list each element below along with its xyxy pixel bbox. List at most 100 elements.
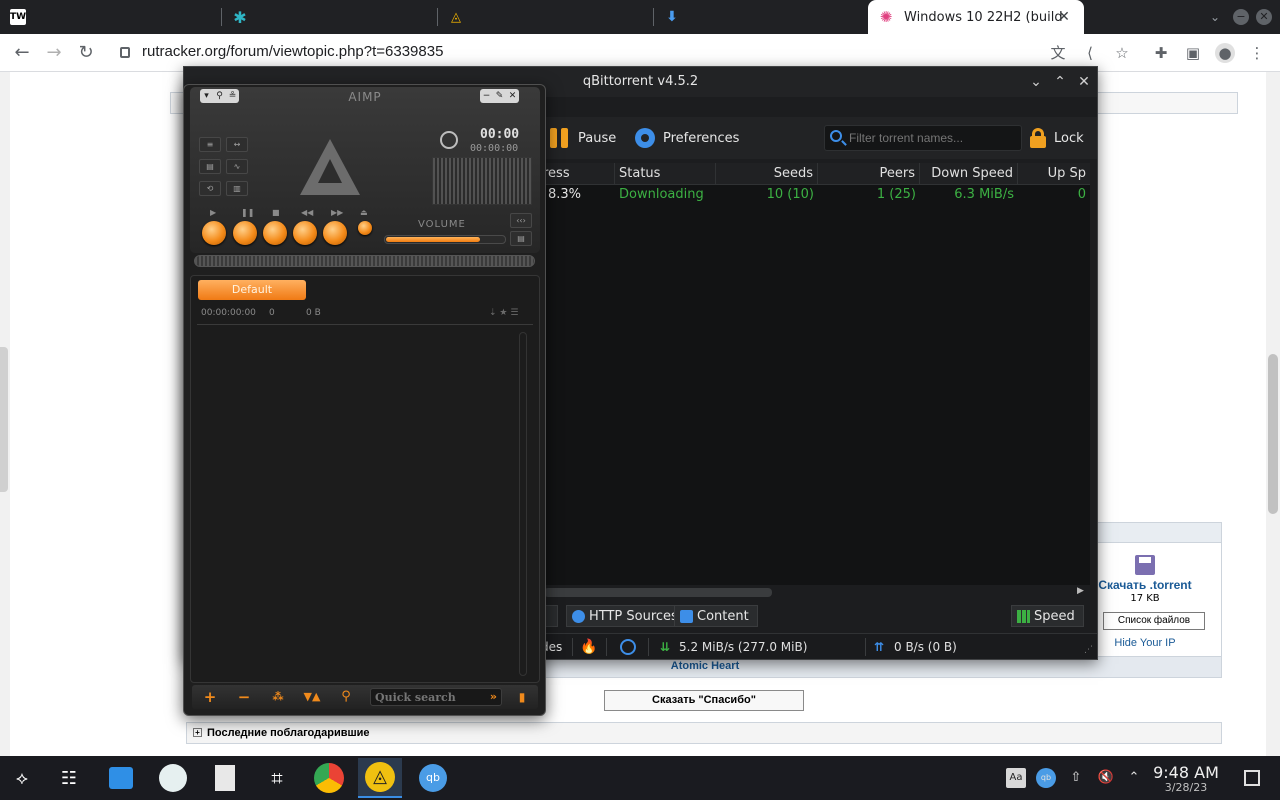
previous-button[interactable] — [293, 221, 317, 245]
chrome-icon[interactable] — [307, 758, 351, 798]
app-circle-icon[interactable] — [151, 758, 195, 798]
torrent-filter-box[interactable] — [824, 125, 1022, 151]
search-icon[interactable]: ⚲ — [332, 688, 360, 706]
menu-kebab-icon[interactable]: ⋮ — [1247, 43, 1267, 63]
column-down-speed[interactable]: Down Speed — [920, 163, 1018, 185]
close-window-icon[interactable]: ✕ — [1256, 9, 1272, 25]
volume-slider[interactable] — [384, 235, 506, 244]
play-button[interactable] — [202, 221, 226, 245]
notifications-icon[interactable] — [1244, 770, 1260, 786]
address-bar[interactable]: rutracker.org/forum/viewtopic.php?t=6339… — [142, 43, 443, 60]
reload-icon[interactable]: ↻ — [75, 42, 97, 64]
tab-1[interactable]: TW — [0, 0, 222, 34]
playlist-options-icon[interactable]: ⁂ — [264, 688, 292, 706]
playlist-sort-icon[interactable]: ⇣ ★ ☰ — [489, 308, 518, 318]
minimize-window-icon[interactable]: − — [1233, 9, 1249, 25]
playlist-tab-default[interactable]: Default — [198, 280, 306, 300]
aimp-taskbar-icon[interactable]: ◬ — [358, 758, 402, 798]
file-list-button[interactable]: Список файлов — [1103, 612, 1205, 630]
aimp-mute-icon[interactable]: ▤ — [510, 231, 532, 246]
aimp-seek-bar[interactable] — [194, 255, 535, 267]
side-panel-icon[interactable]: ▣ — [1183, 43, 1203, 63]
column-seeds[interactable]: Seeds — [716, 163, 818, 185]
pause-button[interactable] — [233, 221, 257, 245]
tray-expand-icon[interactable]: ⌃ — [1124, 768, 1144, 788]
qbittorrent-taskbar-icon[interactable]: qb — [411, 758, 455, 798]
pause-button[interactable]: Pause — [550, 127, 616, 149]
aimp-library-icon[interactable]: ▤ — [199, 159, 221, 174]
expand-icon[interactable]: + — [193, 728, 202, 737]
aimp-eq-icon[interactable]: ≡ — [199, 137, 221, 152]
forward-icon[interactable]: → — [43, 42, 65, 64]
lock-button[interactable]: Lock — [1030, 127, 1084, 149]
tab-partial[interactable] — [544, 605, 558, 627]
column-peers[interactable]: Peers — [818, 163, 920, 185]
page-scrollbar[interactable] — [1266, 72, 1280, 756]
column-progress[interactable]: ress — [539, 163, 615, 185]
translate-icon[interactable]: 文 — [1048, 43, 1068, 63]
network-icon[interactable]: ⇧ — [1066, 768, 1086, 788]
next-button[interactable] — [323, 221, 347, 245]
tab-http-sources[interactable]: HTTP Sources — [566, 605, 687, 627]
tab-active[interactable]: ✺ Windows 10 22H2 (build ✕ — [868, 0, 1084, 34]
hide-ip-link[interactable]: Hide Your IP — [1095, 637, 1195, 649]
page-scroll-thumb[interactable] — [1268, 354, 1278, 514]
screenshot-app-icon[interactable]: ⌗ — [255, 758, 299, 798]
resize-grip-icon[interactable]: ⋰ — [1084, 642, 1093, 658]
close-tab-icon[interactable]: ✕ — [1056, 9, 1072, 25]
site-info-icon[interactable] — [120, 47, 130, 58]
qbt-close-icon[interactable]: ✕ — [1075, 73, 1093, 91]
playlist-scrollbar[interactable] — [519, 332, 527, 676]
aimp-visual-icon[interactable]: ▥ — [226, 181, 248, 196]
scroll-right-icon[interactable]: ▶ — [1077, 586, 1084, 596]
aimp-effects-icon[interactable]: ↔ — [226, 137, 248, 152]
download-torrent-link[interactable]: Скачать .torrent — [1095, 578, 1195, 592]
side-handle[interactable] — [0, 347, 8, 492]
keyboard-layout-icon[interactable]: Aa — [1006, 768, 1026, 788]
share-icon[interactable]: ⟨ — [1080, 43, 1100, 63]
power-icon[interactable] — [440, 131, 458, 149]
profile-avatar-icon[interactable]: ● — [1215, 43, 1235, 63]
playlist-file-icon[interactable]: ▮ — [508, 688, 536, 706]
torrent-filter-input[interactable] — [849, 129, 1017, 147]
bookmark-star-icon[interactable]: ☆ — [1112, 43, 1132, 63]
volume-muted-icon[interactable]: 🔇 — [1096, 768, 1116, 788]
add-files-icon[interactable]: + — [196, 688, 224, 706]
extensions-icon[interactable]: ✚ — [1151, 43, 1171, 63]
store-app-icon[interactable] — [99, 758, 143, 798]
game-title-link[interactable]: Atomic Heart — [560, 660, 850, 672]
tab-speed[interactable]: Speed — [1011, 605, 1084, 627]
document-app-icon[interactable] — [203, 758, 247, 798]
tab-4[interactable]: ⬇ — [654, 0, 868, 34]
aimp-tray-icon[interactable]: ✎ — [493, 89, 506, 103]
quick-search-input[interactable] — [375, 690, 479, 704]
chevron-down-icon[interactable]: ⌄ — [1207, 9, 1223, 25]
clock-date[interactable]: 3/28/23 — [1150, 781, 1222, 794]
hscroll-thumb[interactable] — [544, 588, 772, 597]
quick-search-box[interactable]: » — [370, 688, 502, 706]
clock-time[interactable]: 9:48 AM — [1150, 763, 1222, 782]
preferences-button[interactable]: Preferences — [635, 127, 739, 149]
aimp-minimize-icon[interactable]: − — [480, 89, 493, 103]
task-manager-icon[interactable]: ☷ — [47, 758, 91, 798]
aimp-close-icon[interactable]: ✕ — [506, 89, 519, 103]
aimp-balance-icon[interactable]: ‹‹› — [510, 213, 532, 228]
tab-3[interactable]: ◬ — [438, 0, 654, 34]
thanks-button[interactable]: Сказать "Спасибо" — [604, 690, 804, 711]
launcher-icon[interactable]: ⟡ — [0, 758, 44, 798]
connection-status-icon[interactable] — [620, 639, 636, 655]
tab-2[interactable]: ✱ — [222, 0, 438, 34]
column-up-speed[interactable]: Up Sp — [1018, 163, 1090, 185]
aimp-repeat-icon[interactable]: ⟲ — [199, 181, 221, 196]
remove-files-icon[interactable]: − — [230, 688, 258, 706]
sort-icon[interactable]: ▼▲ — [298, 688, 326, 706]
torrent-list-vscrollbar[interactable] — [1090, 163, 1097, 599]
open-button[interactable] — [358, 221, 372, 235]
qbt-maximize-icon[interactable]: ⌃ — [1051, 73, 1069, 91]
aimp-wave-icon[interactable]: ∿ — [226, 159, 248, 174]
qbt-minimize-icon[interactable]: ⌄ — [1027, 73, 1045, 91]
back-icon[interactable]: ← — [11, 42, 33, 64]
qbittorrent-tray-icon[interactable]: qb — [1036, 768, 1056, 788]
column-status[interactable]: Status — [615, 163, 716, 185]
quick-search-go-icon[interactable]: » — [490, 690, 497, 703]
